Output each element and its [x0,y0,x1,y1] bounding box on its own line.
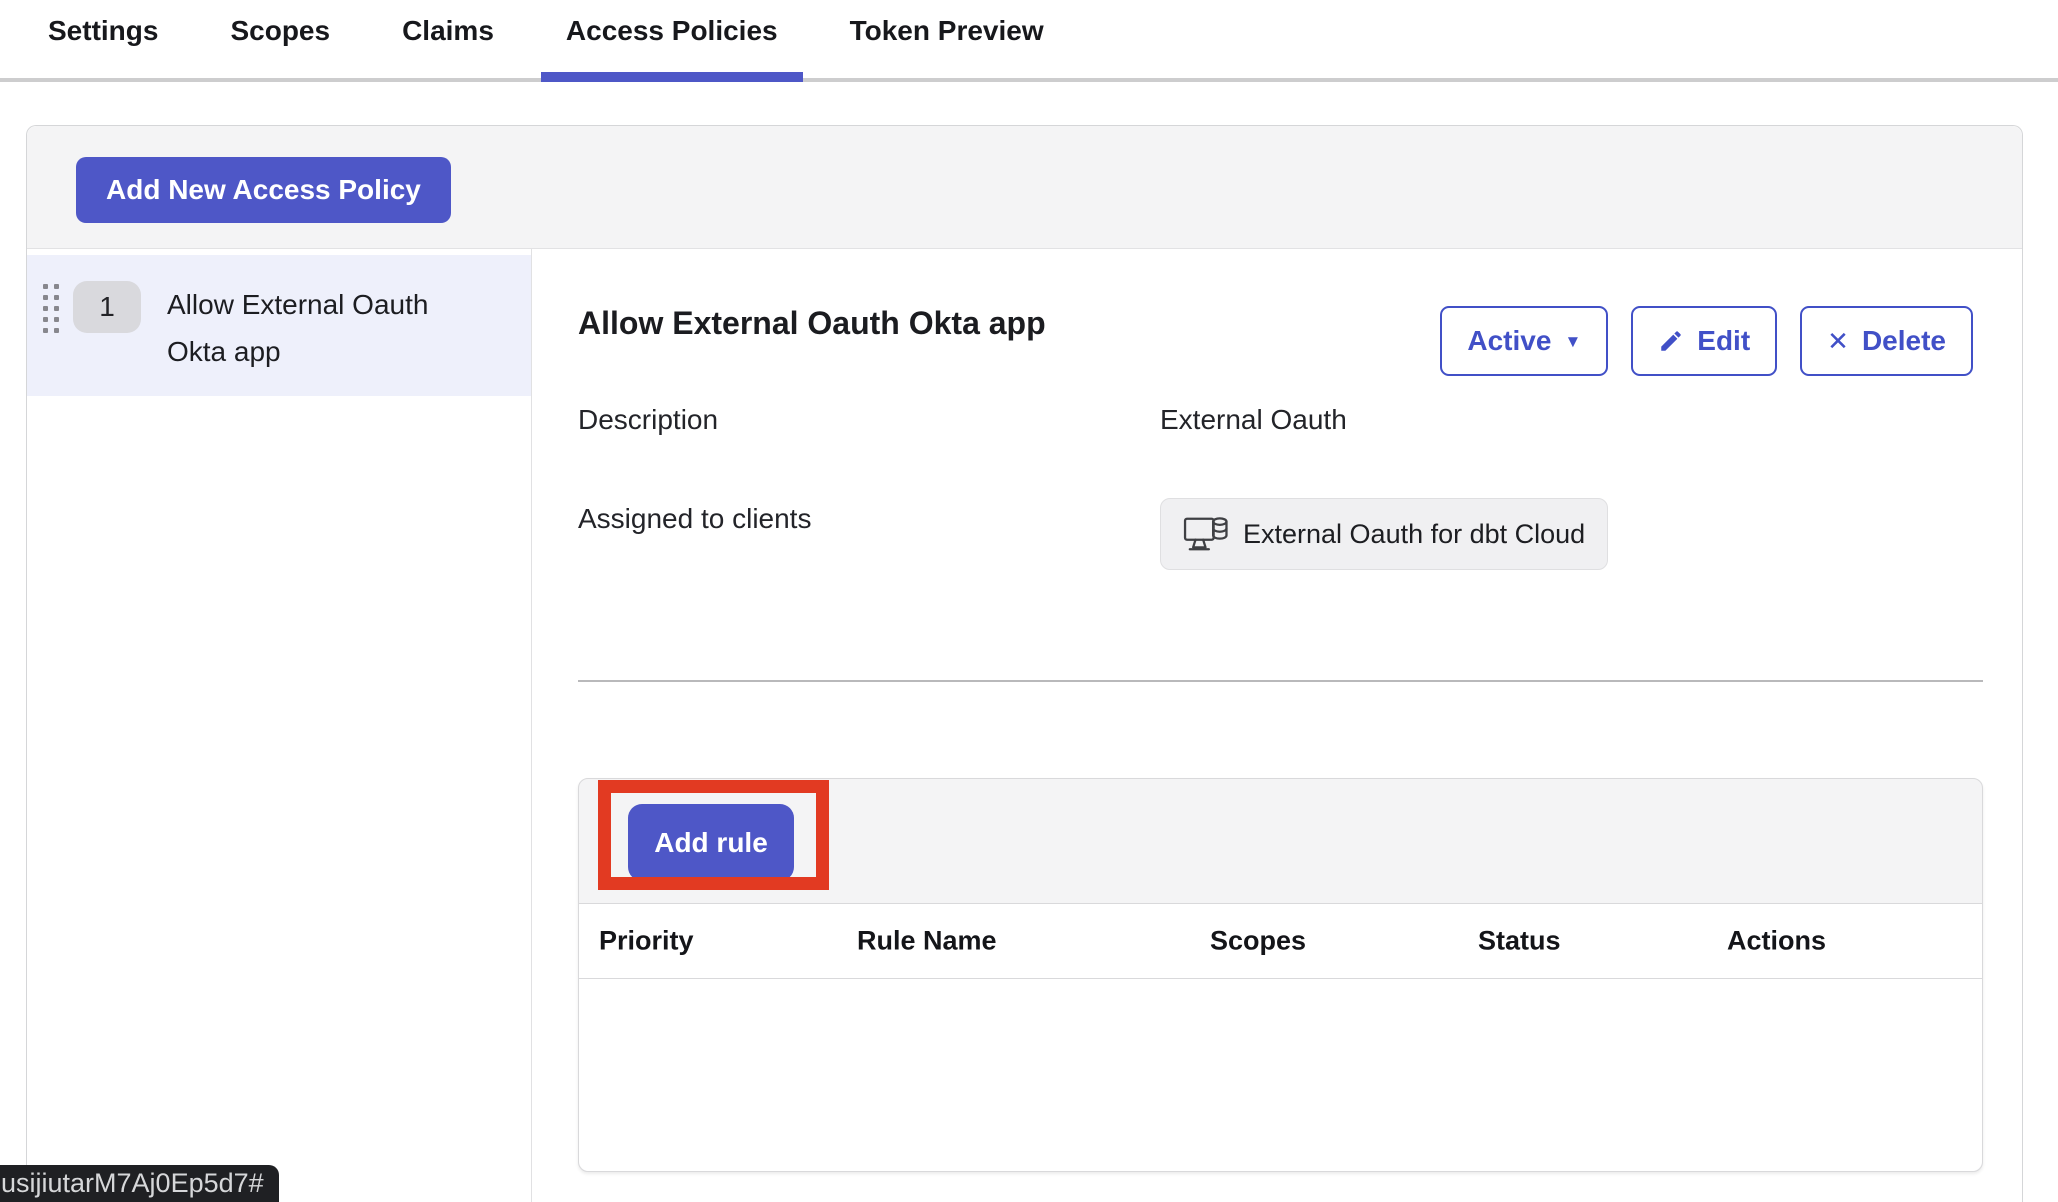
client-chip[interactable]: External Oauth for dbt Cloud [1160,498,1608,570]
drag-dots-icon[interactable] [43,284,60,338]
assigned-clients-label: Assigned to clients [578,503,811,535]
rules-panel: Add rule Priority Rule Name Scopes Statu… [578,778,1983,1172]
policy-priority-badge: 1 [73,281,141,333]
rules-toolbar: Add rule [579,779,1982,903]
section-divider [578,680,1983,682]
access-policies-page: Settings Scopes Claims Access Policies T… [0,0,2058,1202]
policy-title: Allow External Oauth Okta app [578,305,1046,342]
policy-list-item[interactable]: 1 Allow External Oauth Okta app [27,255,531,396]
policies-toolbar: Add New Access Policy [27,126,2022,249]
close-icon: ✕ [1827,328,1849,354]
tab-bar: Settings Scopes Claims Access Policies T… [0,0,2058,82]
description-value: External Oauth [1160,404,1347,436]
pencil-icon [1658,328,1684,354]
column-scopes: Scopes [1210,926,1306,957]
tab-claims[interactable]: Claims [402,0,494,78]
policies-body: 1 Allow External Oauth Okta app Allow Ex… [27,249,2022,1202]
add-rule-button[interactable]: Add rule [628,804,794,881]
tab-token-preview[interactable]: Token Preview [850,0,1044,78]
rules-table-body [579,979,1982,1171]
column-actions: Actions [1727,926,1826,957]
add-new-access-policy-button[interactable]: Add New Access Policy [76,157,451,223]
column-status: Status [1478,926,1561,957]
link-preview-tooltip: usijiutarM7Aj0Ep5d7# [0,1165,279,1202]
policy-list: 1 Allow External Oauth Okta app [27,249,532,1202]
policy-detail-panel: Allow External Oauth Okta app Active ▼ E… [532,249,2022,1202]
chevron-down-icon: ▼ [1564,333,1581,350]
policy-name-label: Allow External Oauth Okta app [167,281,452,375]
policy-actions: Active ▼ Edit ✕ Delete [1440,306,1973,376]
delete-label: Delete [1862,325,1946,357]
column-rule-name: Rule Name [857,926,997,957]
access-policies-card: Add New Access Policy [26,125,2023,1202]
status-label: Active [1467,325,1551,357]
client-chip-label: External Oauth for dbt Cloud [1243,519,1585,550]
status-dropdown-button[interactable]: Active ▼ [1440,306,1608,376]
column-priority: Priority [599,926,694,957]
tab-settings[interactable]: Settings [48,0,158,78]
delete-button[interactable]: ✕ Delete [1800,306,1973,376]
description-label: Description [578,404,718,436]
tab-scopes[interactable]: Scopes [230,0,330,78]
edit-label: Edit [1697,325,1750,357]
computer-database-icon [1183,514,1229,554]
edit-button[interactable]: Edit [1631,306,1777,376]
rules-table-header: Priority Rule Name Scopes Status Actions [579,903,1982,979]
tab-access-policies[interactable]: Access Policies [566,0,778,78]
